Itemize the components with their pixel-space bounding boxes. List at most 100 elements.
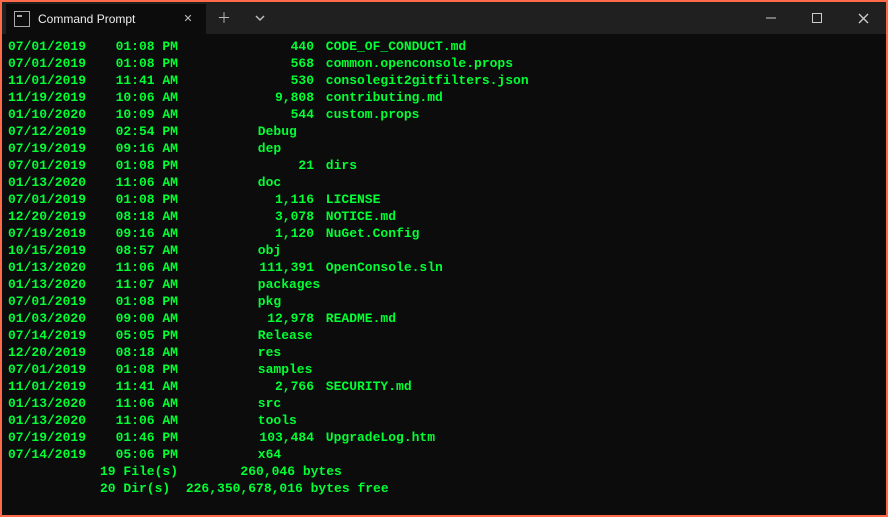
- dir-listing-row: 01/13/202011:06 AM src: [8, 395, 880, 412]
- entry-time: 08:18 AM: [100, 344, 178, 361]
- dir-listing-row: 01/13/202011:07 AM packages: [8, 276, 880, 293]
- entry-date: 07/19/2019: [8, 140, 100, 157]
- entry-size: 103,484: [246, 429, 318, 446]
- entry-dir-flag: tools: [178, 412, 246, 429]
- window-controls: [748, 2, 886, 34]
- entry-time: 09:16 AM: [100, 140, 178, 157]
- dir-listing-row: 07/19/201909:16 AM 1,120 NuGet.Config: [8, 225, 880, 242]
- tabs-dropdown-button[interactable]: [242, 2, 278, 34]
- entry-size: 2,766: [246, 378, 318, 395]
- dir-listing-row: 07/01/201901:08 PM pkg: [8, 293, 880, 310]
- entry-size: 21: [246, 157, 318, 174]
- entry-time: 01:08 PM: [100, 157, 178, 174]
- entry-date: 01/13/2020: [8, 395, 100, 412]
- entry-size: 3,078: [246, 208, 318, 225]
- dir-listing-row: 01/03/202009:00 AM12,978 README.md: [8, 310, 880, 327]
- close-window-button[interactable]: [840, 2, 886, 34]
- entry-time: 11:06 AM: [100, 174, 178, 191]
- entry-dir-flag: packages: [178, 276, 246, 293]
- entry-size: 12,978: [246, 310, 318, 327]
- entry-date: 12/20/2019: [8, 208, 100, 225]
- entry-time: 11:06 AM: [100, 259, 178, 276]
- entry-name: x64: [250, 447, 281, 462]
- tab-command-prompt[interactable]: Command Prompt ✕: [6, 4, 206, 34]
- entry-dir-flag: res: [178, 344, 246, 361]
- entry-date: 11/01/2019: [8, 378, 100, 395]
- entry-time: 11:06 AM: [100, 395, 178, 412]
- close-tab-button[interactable]: ✕: [180, 11, 196, 27]
- entry-name: samples: [250, 362, 312, 377]
- entry-size: 1,120: [246, 225, 318, 242]
- entry-time: 10:06 AM: [100, 89, 178, 106]
- entry-date: 07/14/2019: [8, 446, 100, 463]
- dir-listing-row: 11/19/201910:06 AM9,808 contributing.md: [8, 89, 880, 106]
- entry-time: 01:08 PM: [100, 293, 178, 310]
- entry-time: 10:09 AM: [100, 106, 178, 123]
- dir-listing-row: 10/15/201908:57 AM obj: [8, 242, 880, 259]
- entry-time: 11:41 AM: [100, 72, 178, 89]
- entry-time: 01:08 PM: [100, 55, 178, 72]
- entry-date: 07/19/2019: [8, 429, 100, 446]
- app-window: Command Prompt ✕ ＋ 07/01/201901:08 PM440…: [2, 2, 886, 515]
- entry-date: 01/10/2020: [8, 106, 100, 123]
- entry-size: 544: [246, 106, 318, 123]
- entry-date: 07/14/2019: [8, 327, 100, 344]
- entry-date: 01/13/2020: [8, 276, 100, 293]
- entry-dir-flag: Release: [178, 327, 246, 344]
- dir-listing-row: 01/13/202011:06 AM tools: [8, 412, 880, 429]
- entry-date: 10/15/2019: [8, 242, 100, 259]
- entry-name: Debug: [250, 124, 297, 139]
- entry-name: LICENSE: [318, 192, 380, 207]
- dir-listing-row: 07/01/201901:08 PM samples: [8, 361, 880, 378]
- entry-name: contributing.md: [318, 90, 443, 105]
- entry-name: obj: [250, 243, 281, 258]
- entry-name: CODE_OF_CONDUCT.md: [318, 39, 466, 54]
- new-tab-button[interactable]: ＋: [206, 2, 242, 34]
- dir-listing-row: 12/20/201908:18 AM res: [8, 344, 880, 361]
- entry-dir-flag: samples: [178, 361, 246, 378]
- entry-time: 09:16 AM: [100, 225, 178, 242]
- entry-time: 11:06 AM: [100, 412, 178, 429]
- entry-name: NuGet.Config: [318, 226, 419, 241]
- entry-name: res: [250, 345, 281, 360]
- entry-size: 568: [246, 55, 318, 72]
- entry-name: OpenConsole.sln: [318, 260, 443, 275]
- summary-files: 19 File(s) 260,046 bytes: [8, 463, 880, 480]
- entry-name: dep: [250, 141, 281, 156]
- summary-dirs: 20 Dir(s) 226,350,678,016 bytes free: [8, 480, 880, 497]
- entry-name: doc: [250, 175, 281, 190]
- terminal-output[interactable]: 07/01/201901:08 PM440 CODE_OF_CONDUCT.md…: [2, 34, 886, 515]
- entry-name: dirs: [318, 158, 357, 173]
- dir-listing-row: 07/19/201909:16 AM dep: [8, 140, 880, 157]
- dir-listing-row: 07/01/201901:08 PM440 CODE_OF_CONDUCT.md: [8, 38, 880, 55]
- dir-listing-row: 07/12/201902:54 PM Debug: [8, 123, 880, 140]
- entry-name: tools: [250, 413, 297, 428]
- entry-name: src: [250, 396, 281, 411]
- dir-listing-row: 01/10/202010:09 AM544 custom.props: [8, 106, 880, 123]
- entry-time: 02:54 PM: [100, 123, 178, 140]
- dir-listing-row: 01/13/202011:06 AM111,391 OpenConsole.sl…: [8, 259, 880, 276]
- entry-date: 01/13/2020: [8, 174, 100, 191]
- entry-date: 01/13/2020: [8, 412, 100, 429]
- entry-date: 07/01/2019: [8, 157, 100, 174]
- dir-listing-row: 01/13/202011:06 AM doc: [8, 174, 880, 191]
- dir-listing-row: 07/01/201901:08 PM 21 dirs: [8, 157, 880, 174]
- dir-listing-row: 11/01/201911:41 AM2,766 SECURITY.md: [8, 378, 880, 395]
- entry-dir-flag: dep: [178, 140, 246, 157]
- entry-time: 01:08 PM: [100, 361, 178, 378]
- entry-time: 11:41 AM: [100, 378, 178, 395]
- entry-name: Release: [250, 328, 312, 343]
- tab-title: Command Prompt: [38, 12, 172, 26]
- entry-size: 530: [246, 72, 318, 89]
- dir-listing-row: 07/14/201905:05 PM Release: [8, 327, 880, 344]
- entry-date: 07/12/2019: [8, 123, 100, 140]
- entry-size: 9,808: [246, 89, 318, 106]
- blank-line: [8, 497, 880, 514]
- entry-time: 05:05 PM: [100, 327, 178, 344]
- entry-name: pkg: [250, 294, 281, 309]
- entry-date: 07/19/2019: [8, 225, 100, 242]
- maximize-button[interactable]: [794, 2, 840, 34]
- dir-listing-row: 07/01/201901:08 PM568 common.openconsole…: [8, 55, 880, 72]
- minimize-button[interactable]: [748, 2, 794, 34]
- entry-name: common.openconsole.props: [318, 56, 513, 71]
